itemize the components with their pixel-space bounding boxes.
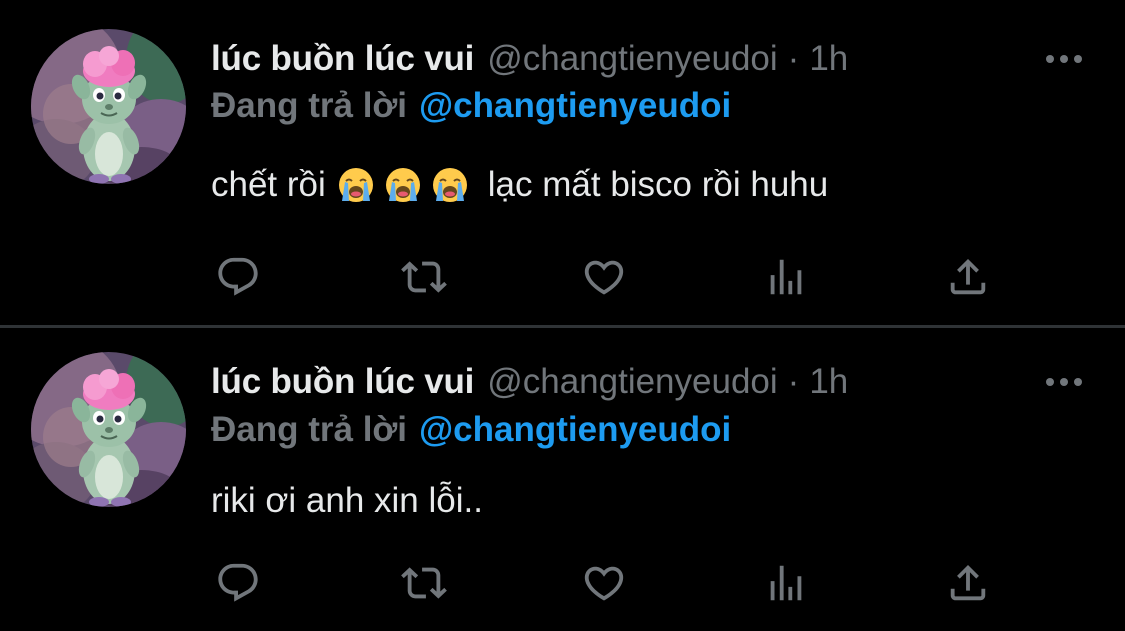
user-handle[interactable]: @changtienyeudoi bbox=[487, 362, 777, 402]
more-options-icon[interactable] bbox=[1039, 362, 1089, 402]
tweet-text-part: lạc mất bisco rồi huhu bbox=[487, 165, 829, 204]
reply-button[interactable] bbox=[213, 558, 263, 608]
share-button[interactable] bbox=[943, 558, 993, 608]
avatar[interactable] bbox=[31, 29, 186, 184]
replying-to-label: Đang trả lời bbox=[211, 86, 408, 125]
like-button[interactable] bbox=[579, 252, 629, 302]
separator-dot: · bbox=[787, 39, 800, 78]
like-button[interactable] bbox=[579, 558, 629, 608]
loudly-crying-face-icon bbox=[338, 167, 374, 203]
loudly-crying-face-icon bbox=[432, 167, 468, 203]
tweet-text-part: riki ơi anh xin lỗi.. bbox=[211, 481, 483, 520]
views-button[interactable] bbox=[761, 558, 811, 608]
timestamp[interactable]: 1h bbox=[809, 362, 848, 402]
tweet-header: lúc buồn lúc vui @changtienyeudoi · 1h bbox=[211, 35, 1089, 83]
replying-to-label: Đang trả lời bbox=[211, 410, 408, 449]
mention-link[interactable]: @changtienyeudoi bbox=[419, 410, 731, 449]
tweet-text: chết rồi lạc mất bisco rồi huhu bbox=[211, 162, 828, 208]
retweet-icon bbox=[401, 567, 447, 599]
timestamp[interactable]: 1h bbox=[809, 39, 848, 79]
replying-to: Đang trả lời @changtienyeudoi bbox=[211, 86, 731, 130]
loudly-crying-face-icon bbox=[385, 167, 421, 203]
views-icon bbox=[770, 259, 802, 295]
display-name[interactable]: lúc buồn lúc vui bbox=[211, 362, 474, 402]
replying-to: Đang trả lời @changtienyeudoi bbox=[211, 410, 731, 454]
reply-button[interactable] bbox=[213, 252, 263, 302]
tweet-text: riki ơi anh xin lỗi.. bbox=[211, 478, 483, 524]
retweet-icon bbox=[401, 261, 447, 293]
action-bar bbox=[211, 558, 1001, 608]
heart-icon bbox=[584, 260, 624, 295]
views-button[interactable] bbox=[761, 252, 811, 302]
retweet-button[interactable] bbox=[399, 252, 449, 302]
display-name[interactable]: lúc buồn lúc vui bbox=[211, 39, 474, 79]
share-button[interactable] bbox=[943, 252, 993, 302]
retweet-button[interactable] bbox=[399, 558, 449, 608]
share-icon bbox=[950, 258, 986, 295]
user-handle[interactable]: @changtienyeudoi bbox=[487, 39, 777, 79]
separator-dot: · bbox=[787, 362, 800, 401]
tweet-header: lúc buồn lúc vui @changtienyeudoi · 1h bbox=[211, 358, 1089, 406]
more-options-icon[interactable] bbox=[1039, 39, 1089, 79]
avatar[interactable] bbox=[31, 352, 186, 507]
heart-icon bbox=[584, 566, 624, 601]
reply-icon bbox=[218, 257, 258, 296]
tweet[interactable]: lúc buồn lúc vui @changtienyeudoi · 1h Đ… bbox=[0, 328, 1125, 631]
views-icon bbox=[770, 565, 802, 601]
reply-icon bbox=[218, 563, 258, 602]
action-bar bbox=[211, 252, 1001, 302]
tweet[interactable]: lúc buồn lúc vui @changtienyeudoi · 1h Đ… bbox=[0, 0, 1125, 326]
tweet-text-part: chết rồi bbox=[211, 165, 326, 204]
share-icon bbox=[950, 564, 986, 601]
mention-link[interactable]: @changtienyeudoi bbox=[419, 86, 731, 125]
